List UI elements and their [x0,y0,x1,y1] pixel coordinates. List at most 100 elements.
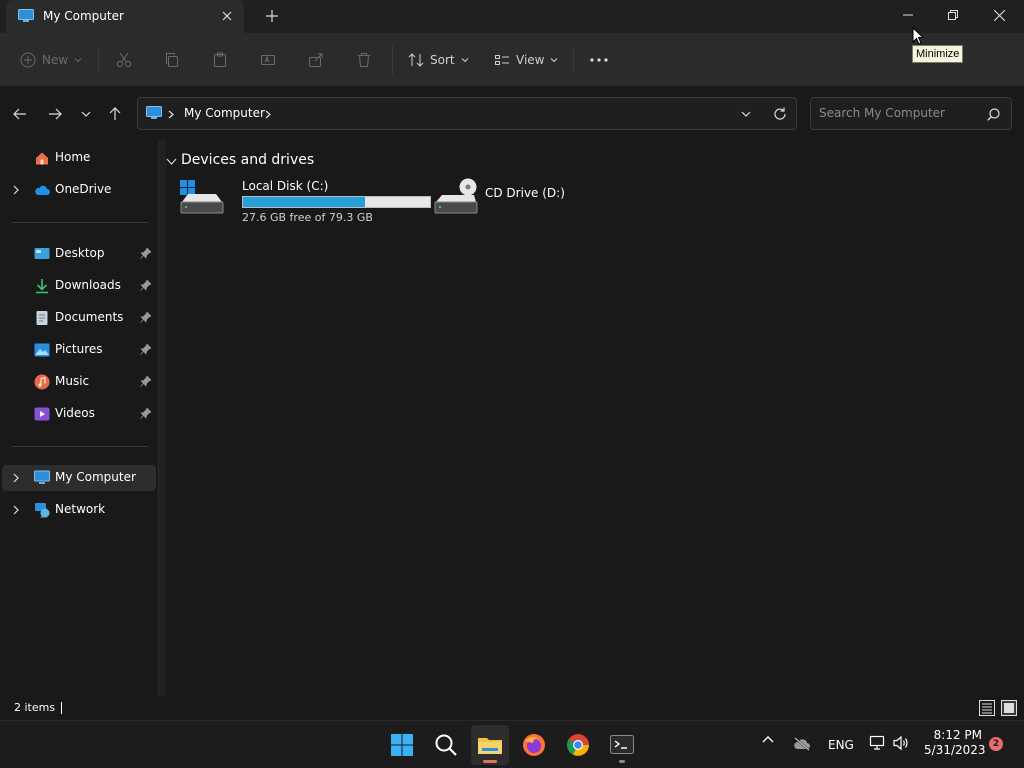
sidebar-item-network[interactable]: Network [2,497,156,523]
clock-date: 5/31/2023 [924,743,986,757]
drive-cd-d[interactable]: CD Drive (D:) [432,178,582,228]
chevron-down-icon [551,58,558,63]
chevron-right-icon[interactable] [10,504,22,516]
close-tab-button[interactable] [218,7,236,25]
view-button[interactable]: View [494,47,558,73]
details-view-icon[interactable] [979,700,995,716]
sidebar-item-label: Documents [55,310,124,324]
new-tab-button[interactable] [262,6,282,26]
sidebar-item-videos[interactable]: Videos [2,401,156,427]
delete-button[interactable] [356,47,372,73]
search-box[interactable] [810,97,1012,130]
show-hidden-icons-button[interactable] [762,735,774,743]
search-button[interactable] [427,725,465,765]
pin-icon[interactable] [140,247,152,259]
sidebar-item-desktop[interactable]: Desktop [2,241,156,267]
pin-icon[interactable] [140,311,152,323]
recent-locations-button[interactable] [76,104,96,124]
notification-badge[interactable]: 2 [989,737,1003,751]
drive-local-disk-c[interactable]: Local Disk (C:) 27.6 GB free of 79.3 GB [178,178,431,228]
desktop-icon [34,248,50,259]
video-icon [34,407,50,421]
share-button[interactable] [308,47,324,73]
pin-icon[interactable] [140,279,152,291]
chevron-down-icon[interactable] [166,157,177,166]
usage-bar-fill [243,197,365,207]
back-button[interactable] [10,104,30,124]
arrow-right-icon [49,108,62,120]
onedrive-tray-button[interactable] [793,737,811,751]
sidebar-item-music[interactable]: Music [2,369,156,395]
language-indicator[interactable]: ENG [828,738,854,752]
trash-icon [358,53,370,67]
rename-button[interactable] [260,47,276,73]
start-button[interactable] [383,725,421,765]
up-button[interactable] [105,104,125,124]
pin-icon[interactable] [140,375,152,387]
more-options-button[interactable] [590,47,608,73]
clock[interactable]: 8:12 PM 5/31/2023 [924,728,986,758]
sidebar-item-label: Music [55,374,90,388]
tiles-view-icon[interactable] [1001,700,1017,716]
network-tray-button[interactable] [869,735,887,751]
speaker-icon [893,735,908,751]
close-window-button[interactable] [976,0,1022,30]
firefox-app[interactable] [515,725,553,765]
forward-button[interactable] [45,104,65,124]
mouse-cursor-icon [912,27,924,45]
cloud-offline-icon [794,737,810,751]
chevron-down-icon [81,111,91,117]
navigation-pane: Home OneDrive Desktop Downloads Document… [0,140,158,696]
sidebar-item-documents[interactable]: Documents [2,305,156,331]
sidebar-item-label: OneDrive [55,182,112,196]
chevron-right-icon[interactable] [10,472,22,484]
chevron-down-icon[interactable] [741,110,751,118]
usage-bar [242,196,431,208]
search-icon [435,734,457,756]
pane-splitter[interactable] [158,140,166,696]
plus-icon [266,10,278,22]
chevron-up-icon [762,736,774,743]
copy-button[interactable] [164,47,180,73]
sidebar-item-downloads[interactable]: Downloads [2,273,156,299]
computer-icon [34,470,50,484]
minimize-button[interactable] [885,0,931,30]
sidebar-item-my-computer[interactable]: My Computer [2,465,156,491]
sidebar-item-label: Network [55,502,106,516]
clock-time: 8:12 PM [933,728,982,742]
sidebar-item-onedrive[interactable]: OneDrive [2,177,156,203]
sort-button[interactable]: Sort [408,47,469,73]
volume-tray-button[interactable] [892,735,910,751]
pin-icon[interactable] [140,407,152,419]
cut-button[interactable] [116,47,132,73]
chevron-down-icon [74,58,82,63]
search-icon[interactable] [987,108,1000,121]
file-explorer-app[interactable] [471,725,509,765]
document-icon [36,311,48,325]
active-indicator [483,760,497,763]
plus-circle-icon [20,52,36,68]
network-icon [869,735,885,750]
sidebar-item-home[interactable]: Home [2,145,156,171]
chrome-app[interactable] [559,725,597,765]
chevron-right-icon[interactable] [10,184,22,196]
address-location: My Computer [184,106,265,120]
search-input[interactable] [819,106,979,120]
paste-button[interactable] [212,47,228,73]
navigation-row: My Computer [0,88,1024,140]
pin-icon[interactable] [140,343,152,355]
explorer-tab[interactable]: My Computer [6,0,244,33]
restore-button[interactable] [930,0,976,30]
divider [573,46,574,74]
copy-icon [166,53,178,67]
drive-name: CD Drive (D:) [485,186,565,200]
address-bar[interactable]: My Computer [137,97,797,130]
sidebar-item-pictures[interactable]: Pictures [2,337,156,363]
new-button[interactable]: New [20,47,82,73]
refresh-icon[interactable] [773,107,787,121]
view-list-icon [495,55,509,65]
arrow-up-icon [109,107,121,120]
sidebar-item-label: Home [55,150,91,164]
close-icon [993,9,1005,21]
terminal-app[interactable] [603,725,641,765]
